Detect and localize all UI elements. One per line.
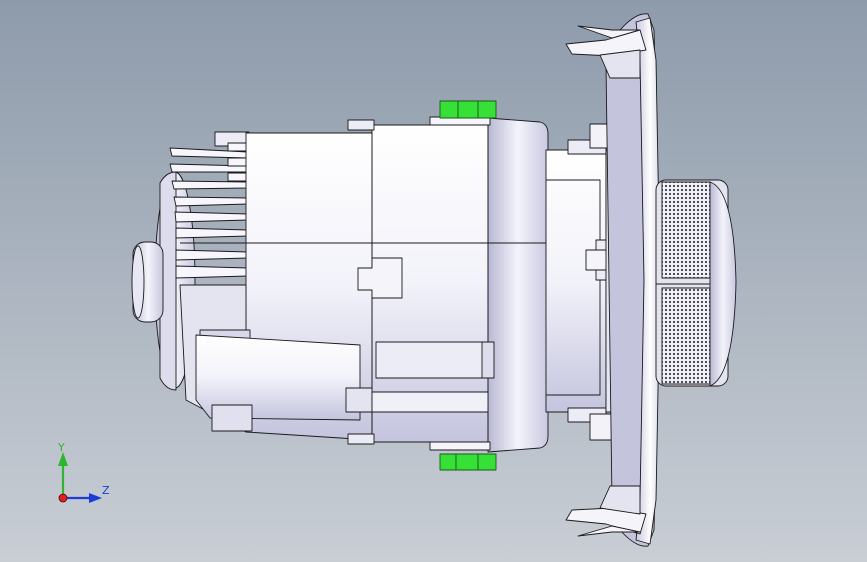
- output-hub: [655, 179, 737, 387]
- terminal-block-top: [439, 100, 497, 119]
- mounting-plate: [605, 13, 661, 547]
- axis-z-label: Z: [102, 484, 110, 497]
- model-viewport[interactable]: Y Z: [0, 0, 867, 562]
- motor-assembly-model[interactable]: [0, 0, 867, 562]
- coordinate-triad: Y Z: [48, 438, 118, 508]
- axis-y-label: Y: [58, 441, 65, 454]
- terminal-block-bottom: [439, 453, 497, 471]
